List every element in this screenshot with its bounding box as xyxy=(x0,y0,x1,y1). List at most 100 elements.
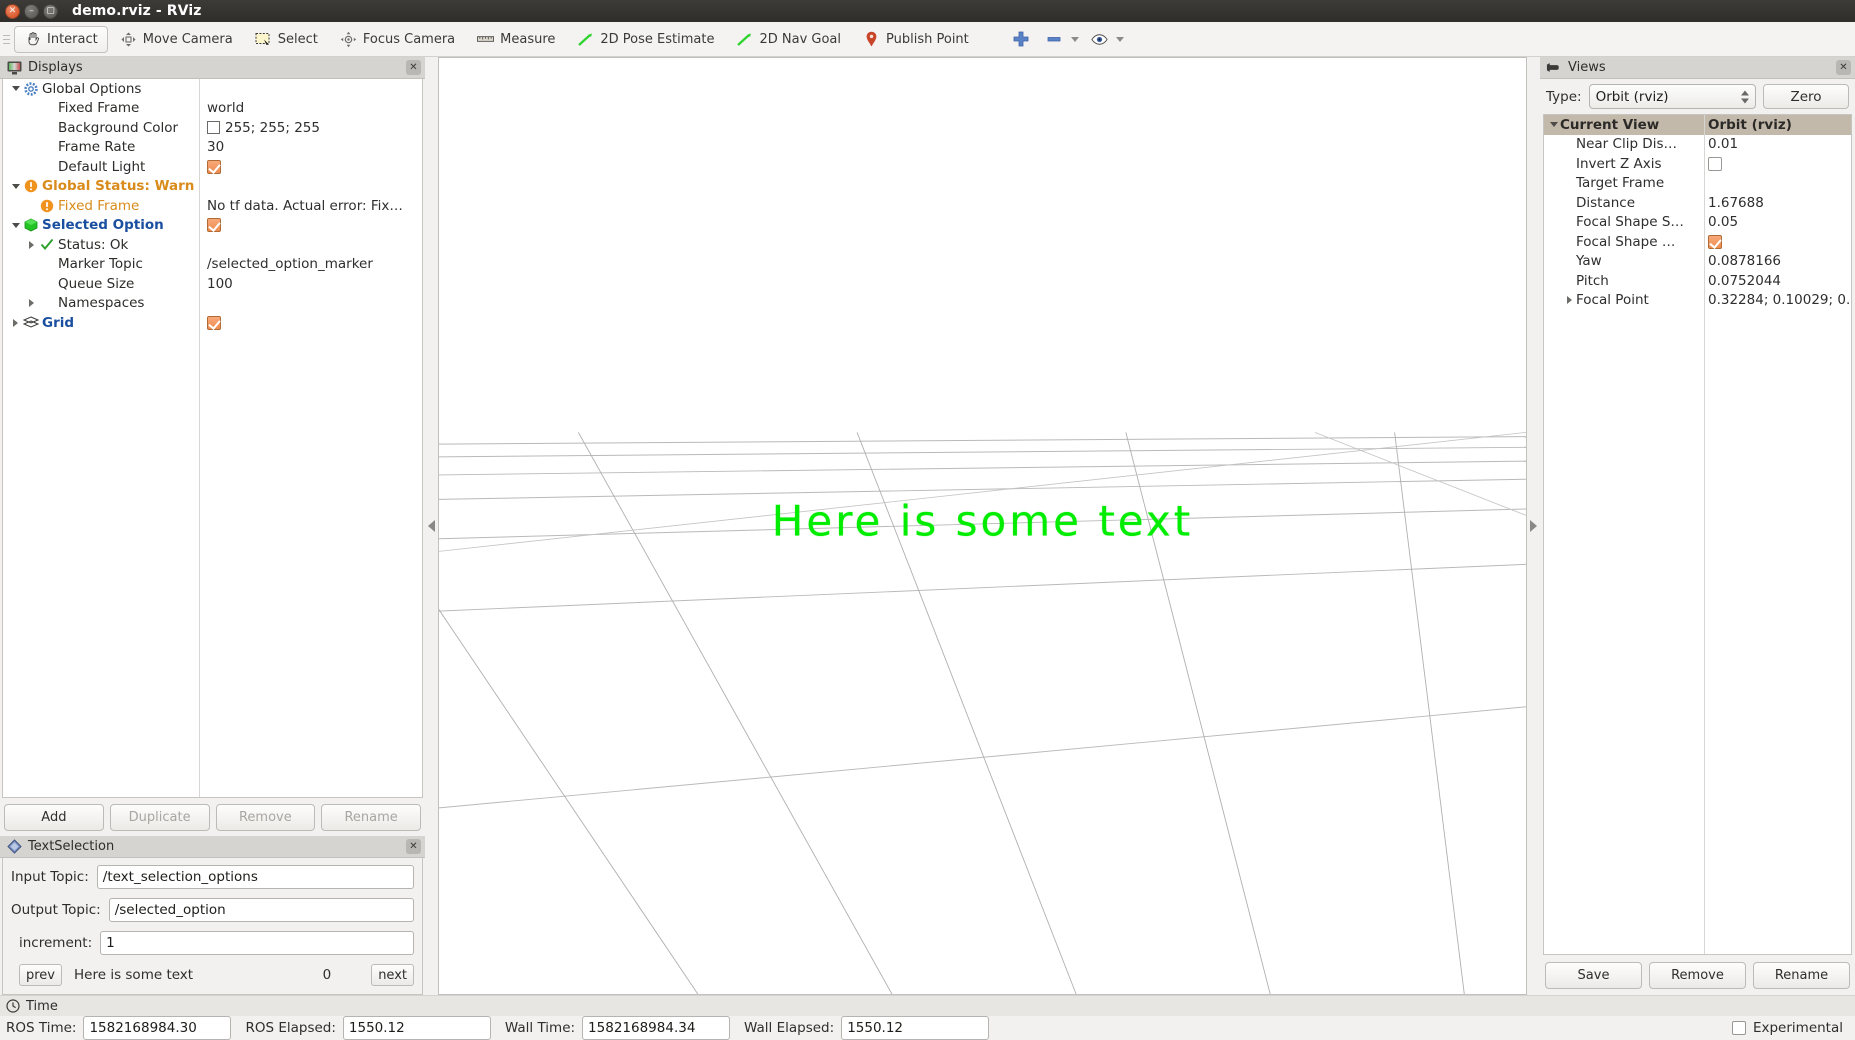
views-rename-button[interactable]: Rename xyxy=(1753,962,1850,989)
row-checkbox-checked[interactable] xyxy=(207,218,221,233)
views-row-value[interactable]: 0.0752044 xyxy=(1702,273,1781,289)
views-row-value[interactable]: 0.05 xyxy=(1702,214,1738,230)
views-row-value[interactable]: 1.67688 xyxy=(1702,195,1764,211)
display-row[interactable]: Queue Size 100 xyxy=(3,274,422,294)
views-row[interactable]: Near Clip Dis… 0.01 xyxy=(1544,135,1851,155)
right-splitter[interactable] xyxy=(1527,57,1540,995)
row-checkbox-checked[interactable] xyxy=(1708,234,1722,249)
views-row[interactable]: Pitch 0.0752044 xyxy=(1544,271,1851,291)
views-zero-button[interactable]: Zero xyxy=(1763,84,1849,109)
display-row-value[interactable]: 30 xyxy=(199,139,224,155)
row-checkbox-checked[interactable] xyxy=(207,315,221,330)
display-row[interactable]: Status: Ok xyxy=(3,235,422,255)
tool-select-button[interactable]: Select xyxy=(245,26,328,53)
display-row-value[interactable]: 255; 255; 255 xyxy=(199,120,320,136)
views-row[interactable]: Focal Shape S… 0.05 xyxy=(1544,213,1851,233)
views-row[interactable]: Focal Shape … xyxy=(1544,232,1851,252)
displays-close-icon[interactable]: ✕ xyxy=(406,60,421,75)
color-swatch[interactable] xyxy=(207,121,220,135)
display-row-value[interactable]: /selected_option_marker xyxy=(199,256,373,272)
add-tool-button[interactable] xyxy=(1005,26,1038,53)
collapse-left-arrow-icon[interactable] xyxy=(428,520,435,532)
tool-interact-button[interactable]: Interact xyxy=(14,25,108,53)
display-row-value[interactable]: 100 xyxy=(199,276,233,292)
displays-column-splitter[interactable] xyxy=(199,79,200,797)
display-row[interactable]: Selected Option xyxy=(3,216,422,236)
input-topic-field[interactable]: /text_selection_options xyxy=(96,865,414,889)
wall-time-field[interactable]: 1582168984.34 xyxy=(582,1016,731,1040)
display-row[interactable]: Default Light xyxy=(3,157,422,177)
expander-down-icon[interactable] xyxy=(9,86,22,91)
tool-focus-camera-button[interactable]: Focus Camera xyxy=(330,26,465,53)
window-maximize-icon[interactable]: ▢ xyxy=(43,3,58,19)
row-checkbox-checked[interactable] xyxy=(207,159,221,174)
views-row-value[interactable]: 0.01 xyxy=(1702,136,1738,152)
views-property-tree[interactable]: Current View Orbit (rviz) Near Clip Dis…… xyxy=(1543,114,1852,955)
expander-down-icon[interactable] xyxy=(9,184,22,189)
prev-button[interactable]: prev xyxy=(19,964,63,986)
views-save-button[interactable]: Save xyxy=(1545,962,1642,989)
left-splitter[interactable] xyxy=(425,57,438,995)
tool-2d-nav-goal-button[interactable]: 2D Nav Goal xyxy=(726,26,851,53)
displays-add-button[interactable]: Add xyxy=(4,804,104,831)
tool-publish-point-button[interactable]: Publish Point xyxy=(853,26,979,53)
display-row[interactable]: Global Status: Warn xyxy=(3,177,422,197)
display-row[interactable]: Fixed Frame world xyxy=(3,99,422,119)
display-row-value[interactable] xyxy=(199,218,221,233)
chevron-down-icon[interactable] xyxy=(1070,36,1079,42)
views-close-icon[interactable]: ✕ xyxy=(1836,60,1851,75)
views-row[interactable]: Focal Point 0.32284; 0.10029; 0… xyxy=(1544,291,1851,311)
ros-elapsed-field[interactable]: 1550.12 xyxy=(342,1016,491,1040)
expander-right-icon[interactable] xyxy=(25,241,38,249)
experimental-toggle[interactable]: Experimental xyxy=(1731,1020,1849,1036)
views-current-view-header[interactable]: Current View Orbit (rviz) xyxy=(1544,115,1851,135)
display-row-value[interactable] xyxy=(199,159,221,174)
views-row-value[interactable]: 0.32284; 0.10029; 0… xyxy=(1702,292,1851,308)
views-column-splitter[interactable] xyxy=(1704,115,1705,954)
display-row[interactable]: Marker Topic/selected_option_marker xyxy=(3,255,422,275)
displays-tree[interactable]: Global Options Fixed Frame world Background… xyxy=(2,79,423,798)
toolbar-grip[interactable] xyxy=(2,28,11,50)
views-row-value[interactable]: 0.0878166 xyxy=(1702,253,1781,269)
expander-down-icon[interactable] xyxy=(1547,122,1560,127)
textselection-close-icon[interactable]: ✕ xyxy=(406,839,421,854)
experimental-checkbox[interactable] xyxy=(1731,1021,1746,1035)
expander-right-icon[interactable] xyxy=(1563,296,1576,304)
display-row[interactable]: Global Options xyxy=(3,79,422,99)
render-viewport[interactable]: Here is some text xyxy=(438,57,1527,995)
expander-right-icon[interactable] xyxy=(25,299,38,307)
remove-tool-button[interactable] xyxy=(1042,26,1083,53)
display-row[interactable]: Grid xyxy=(3,313,422,333)
expander-down-icon[interactable] xyxy=(9,223,22,228)
tool-2d-pose-estimate-button[interactable]: 2D Pose Estimate xyxy=(567,26,724,53)
increment-field[interactable]: 1 xyxy=(100,931,414,955)
chevron-down-icon[interactable] xyxy=(1115,36,1124,42)
next-button[interactable]: next xyxy=(371,964,414,986)
views-row-value[interactable] xyxy=(1702,234,1722,249)
views-row[interactable]: Invert Z Axis xyxy=(1544,154,1851,174)
views-row-value[interactable] xyxy=(1702,156,1722,171)
window-minimize-icon[interactable]: – xyxy=(24,3,39,19)
spinner-arrows-icon[interactable] xyxy=(1741,90,1749,103)
row-checkbox-unchecked[interactable] xyxy=(1708,156,1722,171)
display-row-value[interactable]: No tf data. Actual error: Fix… xyxy=(199,198,403,214)
views-row[interactable]: Distance 1.67688 xyxy=(1544,193,1851,213)
display-row-value[interactable] xyxy=(199,315,221,330)
display-row[interactable]: Background Color 255; 255; 255 xyxy=(3,118,422,138)
wall-elapsed-field[interactable]: 1550.12 xyxy=(841,1016,990,1040)
tool-move-camera-button[interactable]: Move Camera xyxy=(110,26,243,53)
views-type-select[interactable]: Orbit (rviz) xyxy=(1588,84,1756,109)
window-close-icon[interactable]: ✕ xyxy=(5,3,20,19)
views-row[interactable]: Target Frame xyxy=(1544,174,1851,194)
display-row[interactable]: Namespaces xyxy=(3,294,422,314)
ros-time-field[interactable]: 1582168984.30 xyxy=(83,1016,232,1040)
expander-right-icon[interactable] xyxy=(9,319,22,327)
display-row-value[interactable]: world xyxy=(199,100,244,116)
collapse-right-arrow-icon[interactable] xyxy=(1530,520,1537,532)
tool-measure-button[interactable]: Measure xyxy=(467,26,565,53)
views-remove-button[interactable]: Remove xyxy=(1649,962,1746,989)
output-topic-field[interactable]: /selected_option xyxy=(108,898,414,922)
views-row[interactable]: Yaw 0.0878166 xyxy=(1544,252,1851,272)
display-row[interactable]: Fixed Frame No tf data. Actual error: Fix… xyxy=(3,196,422,216)
display-row[interactable]: Frame Rate 30 xyxy=(3,138,422,158)
